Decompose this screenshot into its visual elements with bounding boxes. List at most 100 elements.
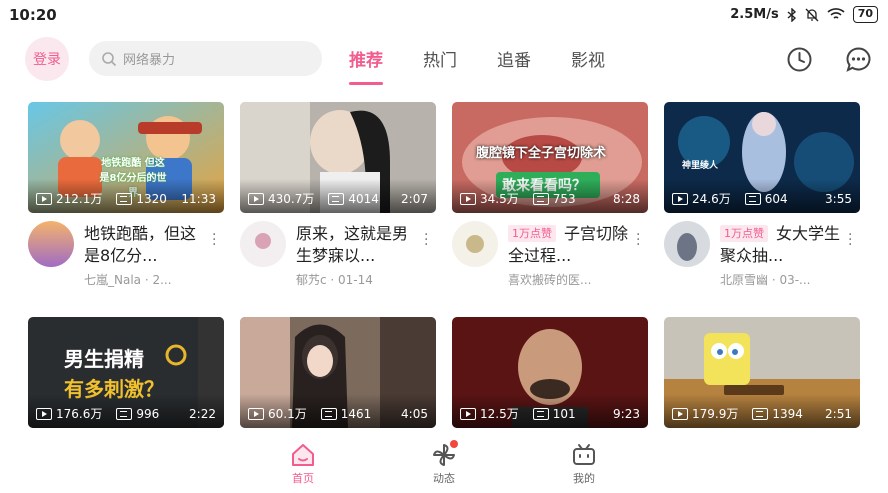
tab-recommend[interactable]: 推荐 bbox=[349, 46, 383, 85]
video-thumbnail[interactable]: 神里绫人 24.6万 604 3:55 bbox=[664, 102, 860, 213]
duration: 8:28 bbox=[613, 191, 640, 206]
status-time: 10:20 bbox=[9, 6, 57, 24]
thumbnail-caption: 神里绫人 bbox=[682, 161, 719, 171]
video-card[interactable]: 60.1万 1461 4:05 bbox=[240, 317, 436, 428]
tab-hot[interactable]: 热门 bbox=[423, 46, 457, 71]
danmaku-icon bbox=[752, 407, 769, 420]
tv-icon bbox=[573, 444, 595, 465]
video-thumbnail[interactable]: 地铁跑酷 但这是8亿分后的世界 212.1万 1320 11:33 bbox=[28, 102, 224, 213]
nav-mine-label: 我的 bbox=[573, 472, 595, 485]
video-thumbnail[interactable]: 男生捐精 有多刺激？ 176.6万 996 2:22 bbox=[28, 317, 224, 428]
duration: 11:33 bbox=[181, 191, 216, 206]
video-card[interactable]: 腹腔镜下全子宫切除术 敢来看看吗？ 34.5万 753 8:28 1万点赞子宫切… bbox=[452, 102, 648, 288]
play-count-icon bbox=[36, 407, 52, 420]
video-card[interactable]: 地铁跑酷 但这是8亿分后的世界 212.1万 1320 11:33 地铁跑酷，但… bbox=[28, 102, 224, 288]
clock-icon[interactable] bbox=[786, 46, 813, 73]
duration: 4:05 bbox=[401, 406, 428, 421]
video-stats: 24.6万 604 3:55 bbox=[672, 190, 852, 207]
nav-home[interactable]: 首页 bbox=[273, 442, 333, 486]
top-bar: 登录 网络暴力 推荐 热门 追番 影视 bbox=[0, 34, 888, 85]
author-info: 喜欢搬砖的医... bbox=[508, 273, 592, 287]
thumbnail-caption: 腹腔镜下全子宫切除术 bbox=[476, 146, 607, 161]
video-card[interactable]: 179.9万 1394 2:51 bbox=[664, 317, 860, 428]
bottom-nav: 首页 动态 我的 bbox=[0, 432, 888, 493]
nav-dynamics[interactable]: 动态 bbox=[414, 442, 474, 486]
video-stats: 60.1万 1461 4:05 bbox=[248, 405, 428, 422]
danmaku-count: 1320 bbox=[136, 191, 167, 206]
duration: 2:51 bbox=[825, 406, 852, 421]
duration: 3:55 bbox=[825, 191, 852, 206]
avatar[interactable] bbox=[664, 221, 710, 267]
video-meta: 1万点赞 子宫切除全过程... 喜欢搬砖的医... · · · bbox=[452, 213, 648, 288]
video-card[interactable]: 男生捐精 有多刺激？ 176.6万 996 2:22 bbox=[28, 317, 224, 428]
nav-mine[interactable]: 我的 bbox=[554, 442, 614, 486]
view-count: 24.6万 bbox=[692, 192, 731, 206]
play-count-icon bbox=[460, 407, 476, 420]
status-bar: 10:20 2.5M/s 70 bbox=[0, 0, 888, 32]
video-stats: 176.6万 996 2:22 bbox=[36, 405, 216, 422]
more-options-icon[interactable]: · · · bbox=[424, 228, 428, 252]
danmaku-count: 996 bbox=[136, 406, 160, 421]
avatar[interactable] bbox=[452, 221, 498, 267]
danmaku-icon bbox=[116, 192, 133, 205]
login-button[interactable]: 登录 bbox=[25, 37, 69, 81]
video-stats: 12.5万 101 9:23 bbox=[460, 405, 640, 422]
video-thumbnail[interactable]: 179.9万 1394 2:51 bbox=[664, 317, 860, 428]
video-thumbnail[interactable]: 12.5万 101 9:23 bbox=[452, 317, 648, 428]
chat-bubble-icon[interactable] bbox=[845, 46, 872, 73]
view-count: 34.5万 bbox=[480, 192, 519, 206]
danmaku-count: 101 bbox=[552, 406, 576, 421]
nav-home-label: 首页 bbox=[292, 472, 314, 485]
more-options-icon[interactable]: · · · bbox=[212, 228, 216, 252]
play-count-icon bbox=[460, 192, 476, 205]
avatar[interactable] bbox=[28, 221, 74, 267]
likes-badge: 1万点赞 bbox=[508, 225, 556, 242]
play-count-icon bbox=[672, 192, 688, 205]
mute-bell-icon bbox=[805, 8, 819, 21]
video-title[interactable]: 地铁跑酷，但这是8亿分... bbox=[84, 223, 208, 267]
danmaku-icon bbox=[532, 407, 549, 420]
duration: 9:23 bbox=[613, 406, 640, 421]
author-info: 七嵐_Nala · 2... bbox=[84, 273, 172, 287]
battery-level: 70 bbox=[852, 6, 878, 23]
play-count-icon bbox=[248, 407, 264, 420]
view-count: 60.1万 bbox=[268, 407, 307, 421]
channel-tabs: 推荐 热门 追番 影视 bbox=[349, 46, 645, 85]
video-stats: 34.5万 753 8:28 bbox=[460, 190, 640, 207]
author-info: 北原雪幽 · 03-... bbox=[720, 273, 811, 287]
video-card[interactable]: 神里绫人 24.6万 604 3:55 1万点赞 女大学生聚众抽... 北原雪幽 … bbox=[664, 102, 860, 288]
bluetooth-icon bbox=[787, 7, 796, 22]
video-stats: 212.1万 1320 11:33 bbox=[36, 190, 216, 207]
avatar[interactable] bbox=[240, 221, 286, 267]
danmaku-icon bbox=[116, 407, 133, 420]
video-title[interactable]: 1万点赞 女大学生聚众抽... bbox=[720, 223, 844, 267]
likes-badge: 1万点赞 bbox=[720, 225, 768, 242]
video-card[interactable]: 12.5万 101 9:23 bbox=[452, 317, 648, 428]
video-thumbnail[interactable]: 60.1万 1461 4:05 bbox=[240, 317, 436, 428]
more-options-icon[interactable]: · · · bbox=[636, 228, 640, 252]
nav-dynamics-label: 动态 bbox=[433, 472, 455, 485]
play-count-icon bbox=[672, 407, 688, 420]
video-stats: 179.9万 1394 2:51 bbox=[672, 405, 852, 422]
danmaku-count: 1461 bbox=[340, 406, 372, 421]
tab-anime[interactable]: 追番 bbox=[497, 46, 531, 71]
notification-dot bbox=[450, 440, 458, 448]
status-icons: 2.5M/s 70 bbox=[730, 6, 878, 23]
danmaku-count: 604 bbox=[764, 191, 788, 206]
duration: 2:07 bbox=[401, 191, 428, 206]
search-icon bbox=[102, 51, 117, 66]
view-count: 176.6万 bbox=[56, 407, 103, 421]
view-count: 430.7万 bbox=[268, 192, 315, 206]
video-title[interactable]: 原来，这就是男生梦寐以... bbox=[296, 223, 420, 267]
video-thumbnail[interactable]: 腹腔镜下全子宫切除术 敢来看看吗？ 34.5万 753 8:28 bbox=[452, 102, 648, 213]
duration: 2:22 bbox=[189, 406, 216, 421]
video-meta: 原来，这就是男生梦寐以... 郁艿c · 01-14 · · · bbox=[240, 213, 436, 288]
tab-movies[interactable]: 影视 bbox=[571, 46, 605, 71]
video-meta: 1万点赞 女大学生聚众抽... 北原雪幽 · 03-... · · · bbox=[664, 213, 860, 288]
search-bar[interactable]: 网络暴力 bbox=[89, 41, 322, 76]
video-thumbnail[interactable]: 430.7万 4014 2:07 bbox=[240, 102, 436, 213]
video-title[interactable]: 1万点赞 子宫切除全过程... bbox=[508, 223, 632, 267]
more-options-icon[interactable]: · · · bbox=[848, 228, 852, 252]
play-count-icon bbox=[36, 192, 52, 205]
video-card[interactable]: 430.7万 4014 2:07 原来，这就是男生梦寐以... 郁艿c · 01… bbox=[240, 102, 436, 288]
